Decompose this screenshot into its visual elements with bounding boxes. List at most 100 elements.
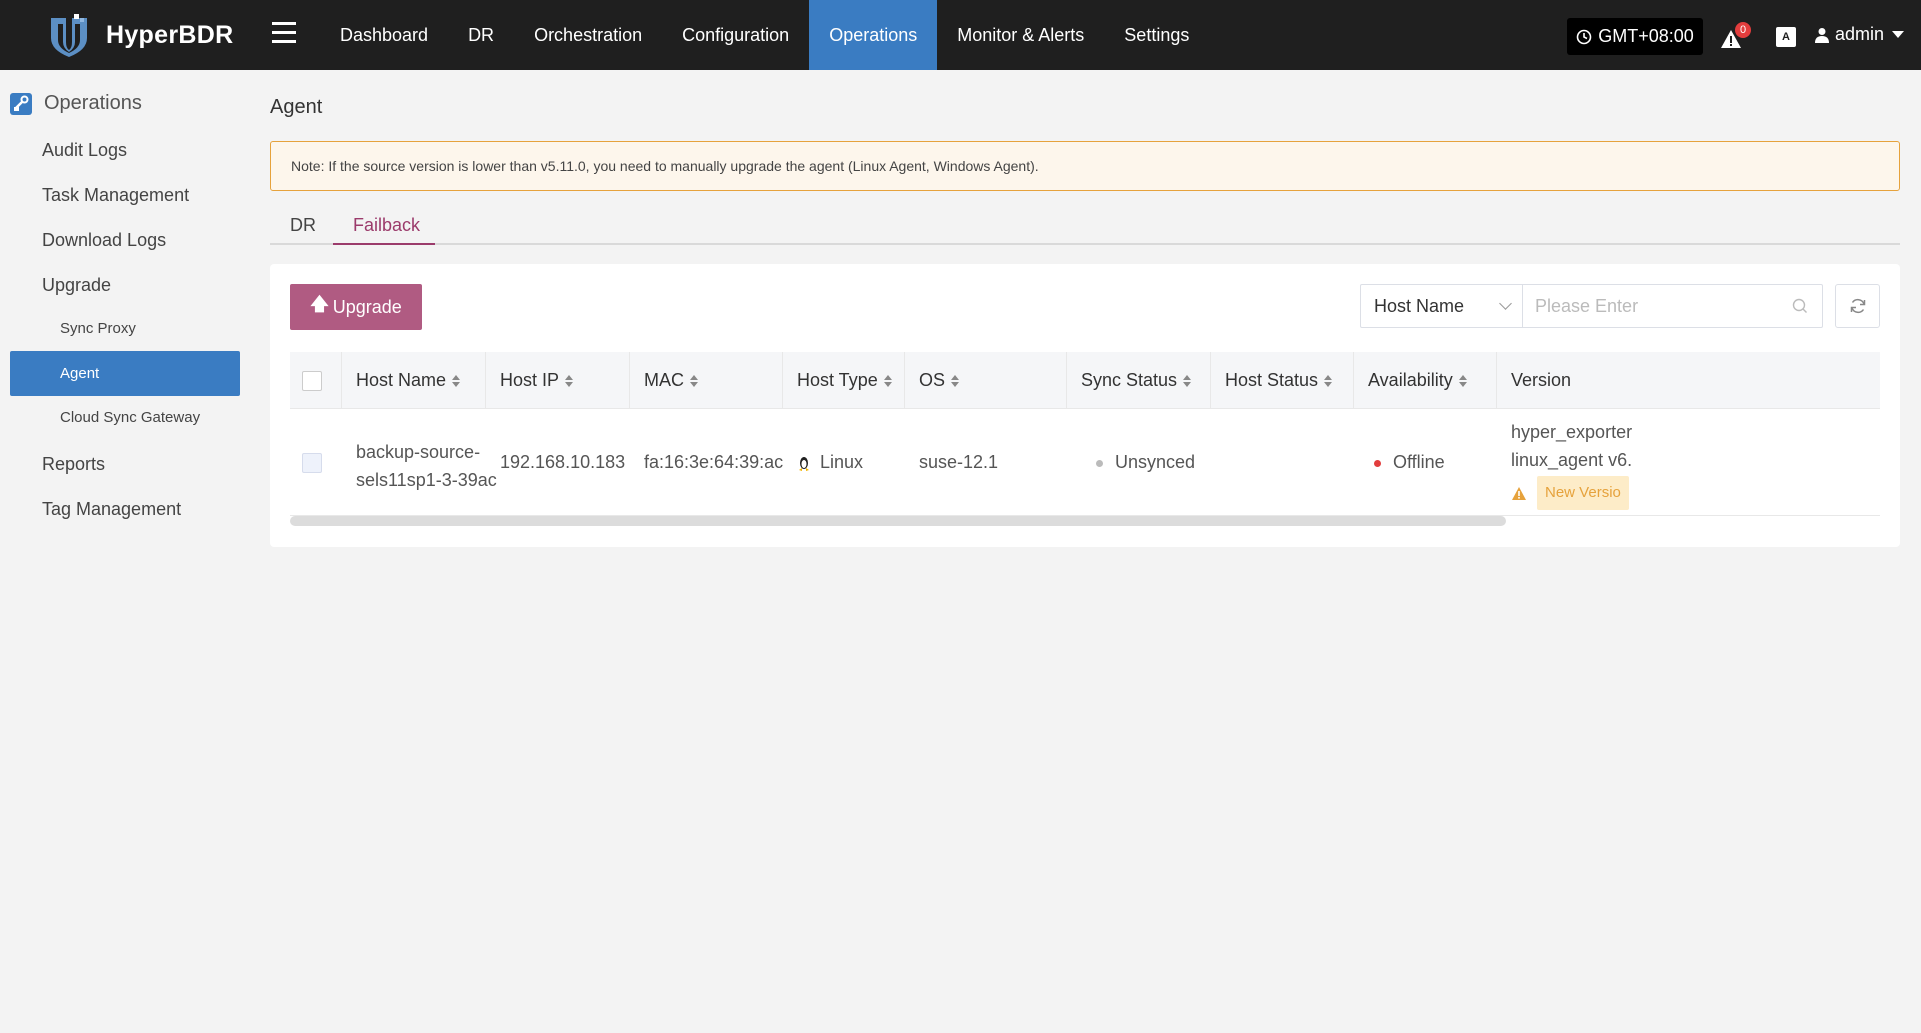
sync-status-dot (1096, 459, 1103, 467)
nav-configuration[interactable]: Configuration (662, 0, 809, 70)
chevron-down-icon (1499, 297, 1512, 310)
search-field-value: Host Name (1374, 295, 1465, 316)
nav-dashboard[interactable]: Dashboard (320, 0, 448, 70)
timezone-label: GMT+08:00 (1598, 26, 1694, 46)
column-sync-status-label: Sync Status (1081, 370, 1178, 390)
column-mac[interactable]: MAC (630, 352, 783, 409)
user-icon (1815, 27, 1829, 43)
tools-icon (10, 92, 32, 115)
row-version-line2: linux_agent v6. (1511, 450, 1633, 470)
sidebar-item-tag-management[interactable]: Tag Management (42, 499, 181, 520)
sidebar-item-upgrade[interactable]: Upgrade (42, 275, 111, 296)
sort-icon (951, 374, 960, 387)
menu-toggle-icon[interactable] (272, 22, 296, 46)
clock-icon (1576, 29, 1592, 44)
row-sync-status-label: Unsynced (1115, 452, 1196, 472)
main-nav: Dashboard DR Orchestration Configuration… (320, 0, 1209, 70)
sort-icon (452, 374, 461, 387)
tabs: DR Failback (270, 205, 1900, 245)
version-note: Note: If the source version is lower tha… (270, 141, 1900, 191)
row-version: hyper_exporter linux_agent v6. New Versi… (1511, 418, 1880, 510)
agent-table: Host Name Host IP MAC Host Type OS Sync … (290, 352, 1880, 517)
column-os-label: OS (919, 370, 946, 390)
select-all-cell (290, 352, 342, 409)
column-host-type-label: Host Type (797, 370, 878, 390)
sort-icon (1183, 374, 1192, 387)
translate-icon[interactable]: A (1776, 27, 1796, 47)
column-host-status[interactable]: Host Status (1211, 352, 1354, 409)
column-os[interactable]: OS (905, 352, 1067, 409)
tab-failback[interactable]: Failback (353, 215, 420, 236)
nav-monitor-alerts[interactable]: Monitor & Alerts (937, 0, 1104, 70)
chevron-down-icon (1892, 31, 1905, 38)
nav-operations[interactable]: Operations (809, 0, 938, 70)
sidebar-item-cloud-sync-gateway[interactable]: Cloud Sync Gateway (60, 409, 200, 426)
horizontal-scrollbar[interactable] (290, 516, 1506, 526)
sidebar-item-task-management[interactable]: Task Management (42, 185, 189, 206)
new-version-badge[interactable]: New Versio (1537, 476, 1629, 510)
sidebar-item-reports[interactable]: Reports (42, 454, 105, 475)
column-version-label: Version (1511, 370, 1572, 390)
offline-status-dot (1374, 459, 1381, 467)
nav-dr[interactable]: DR (448, 0, 514, 70)
sort-icon (565, 374, 574, 387)
table-row: backup-source- sels11sp1-3-39ac 192.168.… (290, 410, 1880, 516)
column-availability[interactable]: Availability (1354, 352, 1497, 409)
sort-icon (1324, 374, 1333, 387)
page-title: Agent (270, 96, 323, 118)
top-bar: HyperBDR Dashboard DR Orchestration Conf… (0, 0, 1921, 70)
column-version: Version (1497, 352, 1880, 409)
agent-panel: 🡅 Upgrade Host Name Host Name Host (270, 264, 1900, 547)
search-input[interactable] (1523, 284, 1823, 328)
timezone-button[interactable]: GMT+08:00 (1567, 18, 1703, 55)
sort-icon (1458, 374, 1467, 387)
column-host-type[interactable]: Host Type (783, 352, 905, 409)
tab-active-indicator (333, 243, 435, 245)
alerts-button[interactable]: 0 (1720, 22, 1751, 54)
sidebar-item-audit-logs[interactable]: Audit Logs (42, 140, 127, 161)
warning-icon (1512, 486, 1526, 500)
sidebar-item-agent[interactable]: Agent (10, 351, 240, 396)
sidebar: Operations Audit Logs Task Management Do… (0, 70, 250, 1033)
column-host-name[interactable]: Host Name (342, 352, 486, 409)
user-menu[interactable]: admin (1815, 24, 1905, 45)
sort-icon (690, 374, 698, 387)
row-os: suse-12.1 (919, 452, 999, 472)
sidebar-item-sync-proxy[interactable]: Sync Proxy (60, 320, 136, 337)
select-all-checkbox[interactable] (302, 370, 322, 391)
arrow-up-icon: 🡅 (310, 294, 329, 314)
search-icon[interactable] (1792, 298, 1808, 314)
alert-count-badge: 0 (1735, 22, 1751, 38)
tab-dr[interactable]: DR (290, 215, 316, 236)
search-field-select[interactable]: Host Name (1360, 284, 1523, 328)
row-sync-status: Unsynced (1096, 452, 1195, 473)
table-header: Host Name Host IP MAC Host Type OS Sync … (290, 352, 1880, 409)
refresh-button[interactable] (1835, 284, 1880, 328)
refresh-icon (1850, 298, 1865, 314)
row-checkbox[interactable] (302, 453, 322, 473)
column-host-ip-label: Host IP (500, 370, 560, 390)
row-host-name-line1: backup-source- (356, 442, 481, 462)
row-mac: fa:16:3e:64:39:ac (644, 452, 784, 472)
column-host-status-label: Host Status (1225, 370, 1319, 390)
sidebar-item-download-logs[interactable]: Download Logs (42, 230, 166, 251)
nav-orchestration[interactable]: Orchestration (514, 0, 662, 70)
column-mac-label: MAC (644, 370, 684, 390)
column-host-name-label: Host Name (356, 370, 447, 390)
upgrade-button-label: Upgrade (332, 296, 402, 317)
sort-icon (883, 374, 892, 387)
column-availability-label: Availability (1368, 370, 1453, 390)
row-host-type-label: Linux (820, 452, 864, 472)
row-host-type: Linux (797, 452, 863, 473)
column-host-ip[interactable]: Host IP (486, 352, 630, 409)
upgrade-button[interactable]: 🡅 Upgrade (290, 284, 422, 330)
app-name: HyperBDR (106, 20, 234, 49)
nav-settings[interactable]: Settings (1104, 0, 1209, 70)
sidebar-header[interactable]: Operations (10, 92, 142, 115)
column-sync-status[interactable]: Sync Status (1067, 352, 1211, 409)
shield-logo-icon (51, 14, 87, 57)
row-availability: Offline (1374, 452, 1445, 473)
row-host-ip: 192.168.10.183 (500, 452, 626, 472)
row-version-update: New Versio (1511, 476, 1880, 510)
logo[interactable]: HyperBDR (46, 12, 233, 58)
